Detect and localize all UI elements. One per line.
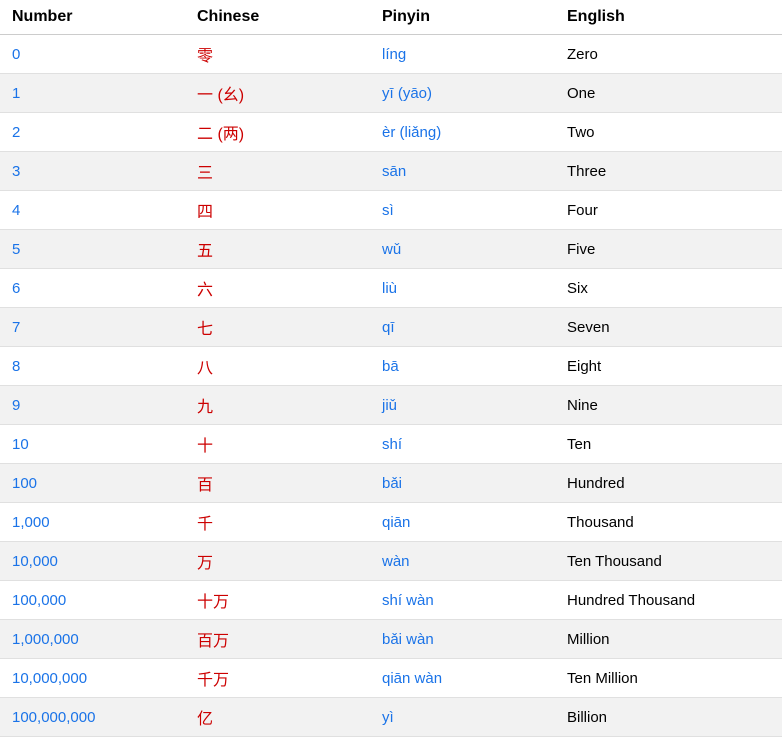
table-row: 8八bāEight	[0, 347, 782, 386]
cell-number: 10,000,000	[0, 659, 185, 698]
cell-number: 2	[0, 113, 185, 152]
cell-pinyin: wǔ	[370, 230, 555, 269]
table-row: 100,000十万shí wànHundred Thousand	[0, 581, 782, 620]
cell-number: 6	[0, 269, 185, 308]
cell-chinese: 五	[185, 230, 370, 269]
table-row: 10十shíTen	[0, 425, 782, 464]
cell-number: 100	[0, 464, 185, 503]
cell-english: Ten Million	[555, 659, 782, 698]
cell-english: Zero	[555, 35, 782, 74]
cell-pinyin: qiān wàn	[370, 659, 555, 698]
table-row: 7七qīSeven	[0, 308, 782, 347]
cell-chinese: 六	[185, 269, 370, 308]
header-chinese: Chinese	[185, 0, 370, 35]
table-row: 10,000,000千万qiān wànTen Million	[0, 659, 782, 698]
cell-pinyin: jiǔ	[370, 386, 555, 425]
cell-chinese: 亿	[185, 698, 370, 737]
cell-english: Million	[555, 620, 782, 659]
cell-chinese: 零	[185, 35, 370, 74]
cell-pinyin: sì	[370, 191, 555, 230]
table-row: 2二 (两)èr (liǎng)Two	[0, 113, 782, 152]
cell-chinese: 万	[185, 542, 370, 581]
table-row: 100百bǎiHundred	[0, 464, 782, 503]
cell-number: 5	[0, 230, 185, 269]
cell-chinese: 八	[185, 347, 370, 386]
cell-english: One	[555, 74, 782, 113]
header-english: English	[555, 0, 782, 35]
cell-chinese: 四	[185, 191, 370, 230]
cell-pinyin: shí	[370, 425, 555, 464]
cell-pinyin: yī (yāo)	[370, 74, 555, 113]
cell-english: Hundred Thousand	[555, 581, 782, 620]
cell-english: Thousand	[555, 503, 782, 542]
cell-chinese: 十万	[185, 581, 370, 620]
table-row: 100,000,000亿yìBillion	[0, 698, 782, 737]
cell-pinyin: sān	[370, 152, 555, 191]
cell-chinese: 千	[185, 503, 370, 542]
table-row: 9九jiǔNine	[0, 386, 782, 425]
cell-chinese: 一 (幺)	[185, 74, 370, 113]
cell-english: Eight	[555, 347, 782, 386]
cell-number: 1,000	[0, 503, 185, 542]
cell-english: Ten	[555, 425, 782, 464]
cell-chinese: 二 (两)	[185, 113, 370, 152]
cell-chinese: 百	[185, 464, 370, 503]
cell-number: 4	[0, 191, 185, 230]
cell-pinyin: qiān	[370, 503, 555, 542]
cell-english: Nine	[555, 386, 782, 425]
cell-chinese: 千万	[185, 659, 370, 698]
cell-pinyin: qī	[370, 308, 555, 347]
cell-chinese: 十	[185, 425, 370, 464]
table-row: 1,000千qiānThousand	[0, 503, 782, 542]
table-row: 0零língZero	[0, 35, 782, 74]
cell-pinyin: yì	[370, 698, 555, 737]
cell-english: Four	[555, 191, 782, 230]
cell-number: 7	[0, 308, 185, 347]
table-row: 4四sìFour	[0, 191, 782, 230]
cell-number: 100,000	[0, 581, 185, 620]
header-pinyin: Pinyin	[370, 0, 555, 35]
cell-number: 8	[0, 347, 185, 386]
cell-chinese: 七	[185, 308, 370, 347]
cell-pinyin: líng	[370, 35, 555, 74]
cell-pinyin: bǎi	[370, 464, 555, 503]
table-header-row: Number Chinese Pinyin English	[0, 0, 782, 35]
table-row: 6六liùSix	[0, 269, 782, 308]
cell-chinese: 百万	[185, 620, 370, 659]
cell-english: Three	[555, 152, 782, 191]
cell-number: 9	[0, 386, 185, 425]
table-row: 1,000,000百万bǎi wànMillion	[0, 620, 782, 659]
cell-number: 3	[0, 152, 185, 191]
cell-pinyin: liù	[370, 269, 555, 308]
cell-pinyin: bǎi wàn	[370, 620, 555, 659]
cell-english: Hundred	[555, 464, 782, 503]
numbers-table: Number Chinese Pinyin English 0零língZero…	[0, 0, 782, 737]
cell-english: Six	[555, 269, 782, 308]
cell-number: 1	[0, 74, 185, 113]
cell-pinyin: bā	[370, 347, 555, 386]
table-row: 10,000万wànTen Thousand	[0, 542, 782, 581]
cell-number: 1,000,000	[0, 620, 185, 659]
cell-chinese: 九	[185, 386, 370, 425]
cell-english: Seven	[555, 308, 782, 347]
header-number: Number	[0, 0, 185, 35]
cell-number: 100,000,000	[0, 698, 185, 737]
cell-english: Ten Thousand	[555, 542, 782, 581]
cell-pinyin: èr (liǎng)	[370, 113, 555, 152]
cell-english: Five	[555, 230, 782, 269]
table-row: 1一 (幺)yī (yāo)One	[0, 74, 782, 113]
cell-english: Billion	[555, 698, 782, 737]
cell-chinese: 三	[185, 152, 370, 191]
cell-number: 10	[0, 425, 185, 464]
cell-pinyin: shí wàn	[370, 581, 555, 620]
cell-english: Two	[555, 113, 782, 152]
table-row: 5五wǔFive	[0, 230, 782, 269]
cell-number: 10,000	[0, 542, 185, 581]
cell-number: 0	[0, 35, 185, 74]
cell-pinyin: wàn	[370, 542, 555, 581]
table-row: 3三sānThree	[0, 152, 782, 191]
